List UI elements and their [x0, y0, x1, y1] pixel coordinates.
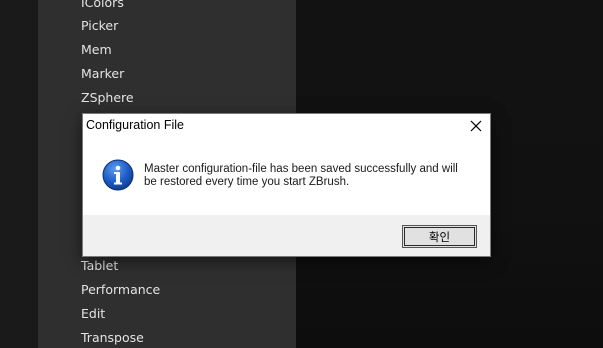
menu-item-edit[interactable]: Edit: [81, 304, 105, 324]
menu-item-tablet[interactable]: Tablet: [81, 256, 118, 276]
dialog-title: Configuration File: [86, 118, 184, 132]
menu-item-transpose[interactable]: Transpose: [81, 328, 144, 348]
menu-item-mem[interactable]: Mem: [81, 40, 112, 60]
left-edge-strip: [0, 0, 38, 348]
dialog-message-line-2: be restored every time you start ZBrush.: [144, 176, 350, 188]
menu-item-performance[interactable]: Performance: [81, 280, 160, 300]
close-icon: [470, 120, 482, 132]
close-button[interactable]: [462, 114, 490, 138]
dialog-message: Master configuration-file has been saved…: [144, 163, 474, 189]
ok-button[interactable]: 확인: [402, 225, 477, 248]
configuration-file-dialog: Configuration File Master configuration-…: [82, 113, 491, 257]
menu-item-zsphere[interactable]: ZSphere: [81, 88, 134, 108]
menu-item-marker[interactable]: Marker: [81, 64, 124, 84]
dialog-button-area: 확인: [83, 215, 490, 256]
dialog-message-line-1: Master configuration-file has been saved…: [144, 163, 458, 175]
menu-item-picker[interactable]: Picker: [81, 16, 118, 36]
menu-item-icolors[interactable]: IColors: [81, 0, 124, 13]
info-icon: [102, 159, 134, 191]
